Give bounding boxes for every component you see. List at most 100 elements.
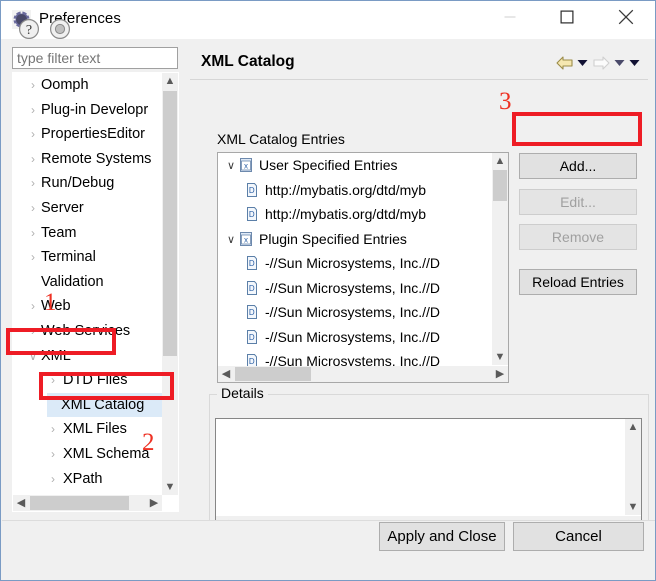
minimize-button[interactable] (487, 1, 533, 33)
details-text-area[interactable]: ▲ ▼ ◀ ▶ (215, 418, 642, 533)
view-menu-dropdown-icon[interactable] (627, 53, 642, 73)
sidebar-item-xml-catalog[interactable]: XML Catalog (13, 393, 163, 418)
catalog-entry-label: -//Sun Microsystems, Inc.//D (265, 255, 440, 271)
add-button[interactable]: Add... (519, 153, 637, 179)
chevron-right-icon[interactable]: › (27, 73, 39, 98)
maximize-button[interactable] (544, 1, 590, 33)
catalog-entry-row[interactable]: D-//Sun Microsystems, Inc.//D (218, 276, 476, 301)
sidebar-item-validation[interactable]: Validation (13, 270, 163, 295)
entries-scroll-up-icon[interactable]: ▲ (492, 153, 508, 169)
sidebar-scroll-thumb[interactable] (163, 91, 177, 356)
sidebar-item-web-services[interactable]: ›Web Services (13, 319, 163, 344)
catalog-entry-row[interactable]: Dhttp://mybatis.org/dtd/myb (218, 202, 476, 227)
chevron-down-icon[interactable]: ∨ (224, 154, 238, 179)
entries-scroll-left-icon[interactable]: ◀ (218, 366, 234, 382)
sidebar-item-xpath[interactable]: ›XPath (13, 467, 163, 492)
chevron-right-icon[interactable]: › (47, 368, 59, 393)
sidebar-tree[interactable]: ›Oomph›Plug-in Developr›PropertiesEditor… (12, 72, 179, 512)
chevron-right-icon[interactable]: › (47, 417, 59, 442)
sidebar-item-dtd-files[interactable]: ›DTD Files (13, 368, 163, 393)
close-button[interactable] (603, 1, 649, 33)
sidebar-item-server[interactable]: ›Server (13, 196, 163, 221)
sidebar-vertical-scrollbar[interactable]: ▲ ▼ (162, 73, 178, 495)
sidebar-item-remote-systems[interactable]: ›Remote Systems (13, 147, 163, 172)
entries-vertical-scrollbar[interactable]: ▲ ▼ (492, 153, 508, 365)
svg-text:D: D (249, 210, 255, 219)
catalog-entry-row[interactable]: D -//Sun Microsystems, Inc.//D (218, 325, 476, 350)
forward-dropdown-icon[interactable] (612, 53, 627, 73)
xml-catalog-entries-label: XML Catalog Entries (217, 131, 345, 147)
navigation-toolbar (553, 52, 642, 74)
details-scroll-up-icon[interactable]: ▲ (625, 419, 641, 435)
sidebar-item-terminal[interactable]: ›Terminal (13, 245, 163, 270)
sidebar-item-label: Plug-in Developr (27, 98, 148, 123)
forward-arrow-icon (590, 53, 612, 73)
catalog-entry-label: -//Sun Microsystems, Inc.//D (265, 329, 440, 345)
chevron-right-icon[interactable]: › (47, 467, 59, 492)
chevron-right-icon[interactable]: › (27, 319, 39, 344)
chevron-right-icon[interactable]: › (27, 245, 39, 270)
catalog-entry-row[interactable]: ∨xUser Specified Entries (218, 153, 476, 178)
chevron-down-icon[interactable]: ∨ (224, 228, 238, 253)
chevron-right-icon[interactable]: › (27, 221, 39, 246)
xml-catalog-entries-tree[interactable]: ∨xUser Specified EntriesDhttp://mybatis.… (217, 152, 509, 383)
chevron-right-icon[interactable]: › (27, 147, 39, 172)
catalog-entry-row[interactable]: Dhttp://mybatis.org/dtd/myb (218, 178, 476, 203)
preferences-window: Preferences ›Oomph›Plug-in Developr›Prop… (0, 0, 656, 581)
dtd-entry-icon: D (244, 205, 260, 221)
sidebar-item-xml-files[interactable]: ›XML Files (13, 417, 163, 442)
chevron-right-icon[interactable]: › (27, 294, 39, 319)
sidebar-item-run-debug[interactable]: ›Run/Debug (13, 171, 163, 196)
reload-entries-button[interactable]: Reload Entries (519, 269, 637, 295)
chevron-right-icon[interactable]: › (27, 171, 39, 196)
svg-text:x: x (244, 235, 248, 244)
details-vertical-scrollbar[interactable]: ▲ ▼ (625, 419, 641, 515)
scroll-down-icon[interactable]: ▼ (162, 479, 178, 495)
maximize-icon (561, 11, 574, 24)
back-arrow-icon[interactable] (553, 53, 575, 73)
catalog-entry-label: http://mybatis.org/dtd/myb (265, 182, 426, 198)
entries-hscroll-thumb[interactable] (235, 367, 311, 381)
chevron-right-icon[interactable]: › (27, 196, 39, 221)
details-scroll-down-icon[interactable]: ▼ (625, 499, 641, 515)
sidebar-item-oomph[interactable]: ›Oomph (13, 73, 163, 98)
svg-text:?: ? (26, 23, 32, 38)
search-input[interactable] (12, 47, 178, 69)
entries-horizontal-scrollbar[interactable]: ◀ ▶ (218, 366, 508, 382)
dtd-entry-icon: D (244, 328, 260, 344)
svg-text:D: D (249, 357, 255, 366)
chevron-right-icon[interactable]: › (27, 122, 39, 147)
catalog-entry-label: -//Sun Microsystems, Inc.//D (265, 280, 440, 296)
catalog-entry-row[interactable]: D-//Sun Microsystems, Inc.//D (218, 251, 476, 276)
apply-and-close-button[interactable]: Apply and Close (379, 522, 505, 551)
chevron-right-icon[interactable]: › (47, 442, 59, 467)
scroll-right-icon[interactable]: ▶ (146, 495, 162, 511)
chevron-down-icon[interactable]: ∨ (27, 344, 39, 369)
scroll-up-icon[interactable]: ▲ (162, 73, 178, 89)
sidebar-horizontal-scrollbar[interactable]: ◀ ▶ (13, 495, 162, 511)
back-dropdown-icon[interactable] (575, 53, 590, 73)
sidebar-item-xml[interactable]: ∨XML (13, 344, 163, 369)
sidebar-hscroll-thumb[interactable] (30, 496, 129, 510)
help-question-icon[interactable]: ? (18, 18, 40, 40)
scroll-left-icon[interactable]: ◀ (13, 495, 29, 511)
sidebar-item-propertieseditor[interactable]: ›PropertiesEditor (13, 122, 163, 147)
catalog-entry-row[interactable]: ∨ x Plugin Specified Entries (218, 227, 476, 252)
sidebar-item-xml-schema[interactable]: ›XML Schema (13, 442, 163, 467)
preferences-sidebar: ›Oomph›Plug-in Developr›PropertiesEditor… (8, 45, 182, 513)
sidebar-item-web[interactable]: ›Web (13, 294, 163, 319)
chevron-right-icon[interactable]: › (27, 98, 39, 123)
sidebar-item-team[interactable]: ›Team (13, 221, 163, 246)
page-title: XML Catalog (201, 53, 295, 71)
svg-text:D: D (249, 186, 255, 195)
dtd-entry-icon: D (244, 303, 260, 319)
sidebar-item-plug-in-developr[interactable]: ›Plug-in Developr (13, 98, 163, 123)
entries-scroll-thumb[interactable] (493, 170, 507, 201)
entries-scroll-down-icon[interactable]: ▼ (492, 349, 508, 365)
restore-defaults-icon[interactable] (49, 18, 71, 40)
catalog-entry-label: Plugin Specified Entries (259, 231, 407, 247)
entries-scroll-right-icon[interactable]: ▶ (492, 366, 508, 382)
cancel-button[interactable]: Cancel (513, 522, 644, 551)
catalog-entry-row[interactable]: D-//Sun Microsystems, Inc.//D (218, 300, 476, 325)
sidebar-item-label: Web Services (27, 319, 130, 344)
